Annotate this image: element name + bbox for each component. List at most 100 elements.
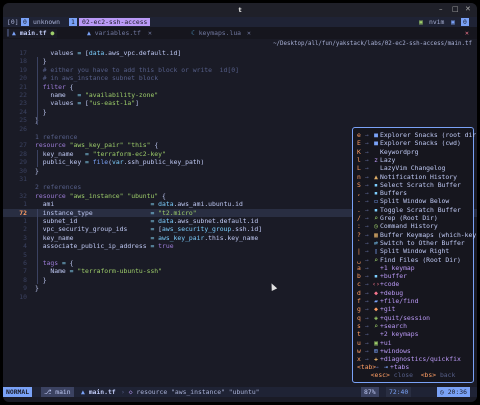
which-key-key: l: [357, 155, 361, 164]
which-key-item[interactable]: L → LazyVim Changelog: [357, 164, 445, 172]
bs-key[interactable]: <bs>: [421, 371, 436, 379]
close-icon[interactable]: ✕: [148, 29, 152, 38]
line-number: 72: [19, 208, 27, 217]
which-key-item[interactable]: ? → ▦ Buffer Keymaps (which-key): [357, 231, 477, 239]
arrow-right-icon: →: [365, 272, 369, 281]
code-line[interactable]: 18 }: [3, 57, 477, 65]
code-line[interactable]: 25}: [3, 116, 477, 124]
tmux-window-1-name[interactable]: 02-ec2-ssh-access: [79, 18, 151, 26]
code-line[interactable]: 22 name = "availability-zone": [3, 91, 477, 99]
codelens-references[interactable]: 1 reference: [35, 133, 77, 141]
which-key-item[interactable]: , → ▪ Buffers: [357, 189, 407, 197]
which-key-item[interactable]: u → ▣ +ui: [357, 339, 392, 347]
which-key-item[interactable]: t → +2 keymaps: [357, 330, 418, 338]
line-number: 31: [19, 175, 27, 183]
arrow-right-icon: →: [365, 247, 369, 256]
code-line[interactable]: 24 }: [3, 108, 477, 116]
which-key-desc: +windows: [380, 346, 411, 355]
code-text: public_key = file(var.ssh_public_key_pat…: [35, 158, 205, 167]
which-key-desc: +1 keymap: [380, 263, 415, 272]
close-icon[interactable]: ✕: [247, 29, 251, 38]
codelens-references[interactable]: 2 references: [35, 183, 81, 191]
window-title: t: [238, 6, 242, 14]
which-key-item[interactable]: q → ◈ +quit/session: [357, 314, 430, 322]
which-key-item[interactable]: n → ▲ Notification History: [357, 173, 457, 181]
code-line[interactable]: 17 values = [data.aws_vpc.default.id]: [3, 49, 477, 57]
tmux-window-0-name[interactable]: unknown: [33, 18, 60, 26]
maximize-button[interactable]: □: [452, 5, 459, 13]
which-key-key: K: [357, 147, 361, 156]
code-line[interactable]: 21 filter {: [3, 83, 477, 91]
breadcrumb: › ◇ resource "aws_instance" "ubuntu": [121, 387, 260, 397]
line-number: 7: [23, 267, 27, 276]
buffer-tab-keymaps[interactable]: ☾ keymaps.lua: [191, 29, 241, 38]
branch-icon: ⎇: [44, 388, 56, 396]
buffer-tab-label: variables.tf: [94, 29, 141, 37]
arrow-right-icon: →: [365, 189, 369, 198]
close-button[interactable]: ✕: [465, 5, 471, 13]
which-key-item[interactable]: s → ⌕ +search: [357, 322, 407, 330]
which-key-item[interactable]: S → ▪ Select Scratch Buffer: [357, 181, 461, 189]
which-key-item[interactable]: a → +1 keymap: [357, 264, 415, 272]
buffer-icon: ▪: [374, 205, 378, 214]
which-key-desc: Buffer Keymaps (which-key): [380, 230, 477, 239]
arrow-right-icon: →: [365, 263, 369, 272]
which-key-item[interactable]: f → ▰ +file/find: [357, 297, 418, 305]
which-key-desc: Lazy: [380, 155, 396, 164]
which-key-key: |: [357, 247, 361, 256]
which-key-item[interactable]: d → ◆ +debug: [357, 289, 403, 297]
debug-icon: ◆: [374, 288, 378, 297]
which-key-item[interactable]: l → z Lazy: [357, 156, 395, 164]
which-key-desc: Explorer Snacks (root dir): [380, 131, 477, 139]
tmux-session: [0]: [7, 18, 19, 26]
minimize-button[interactable]: –: [439, 5, 443, 13]
line-number: 2: [23, 225, 27, 234]
which-key-key: -: [357, 197, 361, 206]
cursor-position-text: 72:40: [389, 388, 409, 396]
which-key-item[interactable]: c → ‹›+code: [357, 280, 399, 288]
arrow-right-icon: →: [365, 222, 369, 231]
which-key-item[interactable]: ␣ → ⌕ Find Files (Root Dir): [357, 256, 461, 264]
code-line[interactable]: 23 values = ["us-east-1a"]: [3, 99, 477, 107]
arrow-right-icon: →: [365, 214, 369, 222]
which-key-item[interactable]: <tab>→ ⇥ +tabs: [357, 363, 409, 371]
which-key-item[interactable]: - → ▭ Split Window Below: [357, 197, 449, 205]
which-key-item[interactable]: K → Keywordprg: [357, 148, 418, 156]
buffer-tab-variables[interactable]: ▲ variables.tf: [87, 29, 141, 38]
which-key-key: f: [357, 297, 361, 305]
arrow-right-icon: →: [365, 288, 369, 297]
which-key-item[interactable]: : → ◷ Command History: [357, 222, 438, 230]
which-key-item[interactable]: E → ■ Explorer Snacks (cwd): [357, 139, 461, 147]
which-key-item[interactable]: x → ✚ +diagnostics/quickfix: [357, 355, 461, 363]
line-number: 32: [19, 191, 27, 200]
arrow-right-icon: →: [375, 363, 379, 372]
which-key-item[interactable]: / → ⌕ Grep (Root Dir): [357, 214, 438, 222]
esc-key[interactable]: <esc>: [371, 371, 390, 379]
tmux-window-1-index[interactable]: 1: [69, 18, 77, 26]
which-key-item[interactable]: w → ⊞ +windows: [357, 347, 411, 355]
which-key-item[interactable]: g → ◆ +git: [357, 305, 395, 313]
which-key-item[interactable]: ` → ⇄ Switch to Other Buffer: [357, 239, 465, 247]
which-key-item[interactable]: b → ▪ +buffer: [357, 272, 407, 280]
line-number: 22: [19, 91, 27, 99]
which-key-item[interactable]: e → ■ Explorer Snacks (root dir): [357, 131, 477, 139]
status-file-name: main.tf: [88, 388, 116, 396]
line-number: 1: [23, 200, 27, 209]
code-text: key_name = aws_key_pair.this.key_name: [35, 233, 259, 242]
arrow-right-icon: →: [365, 313, 369, 322]
tmux-window-0-index[interactable]: 0: [21, 18, 29, 26]
which-key-key: E: [357, 139, 361, 148]
which-key-desc: Keywordprg: [380, 147, 419, 156]
code-line[interactable]: 20 # in aws_instance subnet block: [3, 74, 477, 82]
which-key-key: /: [357, 214, 361, 222]
which-key-item[interactable]: | → ▯ Split Window Right: [357, 247, 449, 255]
buffer-tab-main[interactable]: ▲ main.tf ●: [9, 29, 58, 38]
split-icon: ▭: [374, 197, 378, 206]
arrow-right-icon: →: [365, 155, 369, 164]
line-number: 28: [19, 149, 27, 158]
code-line[interactable]: 19 # either you have to add this block o…: [3, 66, 477, 74]
which-key-item[interactable]: . → ▪ Toggle Scratch Buffer: [357, 206, 461, 214]
which-key-key: <tab>: [357, 363, 377, 372]
close-all-icon[interactable]: ✕: [465, 29, 469, 38]
which-key-desc: +git: [380, 305, 396, 314]
